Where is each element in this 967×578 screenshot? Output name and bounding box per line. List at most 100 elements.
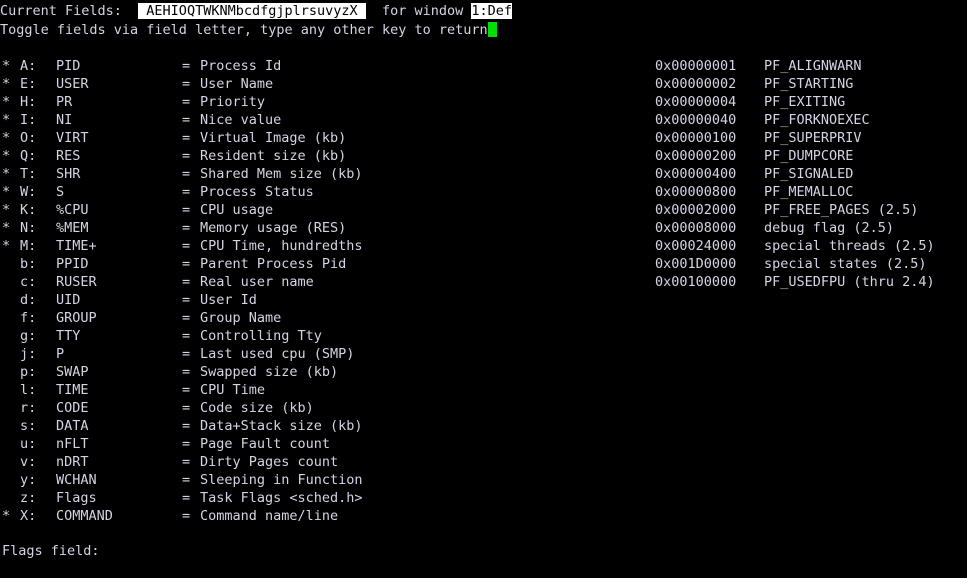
- flag-hex-value: 0x00000001: [655, 58, 737, 74]
- current-fields-value[interactable]: AEHIOQTWKNMbcdfgjplrsuvyzX: [138, 3, 366, 19]
- field-name: TIME+: [56, 238, 97, 254]
- field-enabled-marker: [2, 363, 20, 381]
- field-row[interactable]: p: SWAP = Swapped size (kb): [2, 363, 562, 381]
- field-key-letter[interactable]: d:: [20, 291, 56, 309]
- field-description: Process Id: [200, 58, 282, 74]
- field-key-letter[interactable]: p:: [20, 363, 56, 381]
- field-row[interactable]: j: P = Last used cpu (SMP): [2, 345, 562, 363]
- field-enabled-marker: *: [2, 184, 11, 200]
- field-key-letter[interactable]: c:: [20, 273, 56, 291]
- field-row[interactable]: l: TIME = CPU Time: [2, 381, 562, 399]
- field-row[interactable]: y: WCHAN = Sleeping in Function: [2, 471, 562, 489]
- field-separator: =: [182, 346, 191, 362]
- field-enabled-marker: *: [2, 148, 11, 164]
- field-separator: =: [182, 202, 191, 218]
- flags-field-prompt: Flags field:: [2, 543, 100, 559]
- field-key-letter[interactable]: y:: [20, 471, 56, 489]
- field-key-letter[interactable]: W:: [20, 183, 56, 201]
- field-key-letter[interactable]: M:: [20, 237, 56, 255]
- field-row[interactable]: * M: TIME+ = CPU Time, hundredths: [2, 237, 562, 255]
- field-key-letter[interactable]: A:: [20, 57, 56, 75]
- field-separator: =: [182, 400, 191, 416]
- field-description: Controlling Tty: [200, 328, 322, 344]
- flag-name: PF_SIGNALED: [764, 166, 854, 182]
- field-key-letter[interactable]: s:: [20, 417, 56, 435]
- field-enabled-marker: [2, 381, 20, 399]
- field-key-letter[interactable]: g:: [20, 327, 56, 345]
- field-name: PPID: [56, 256, 89, 272]
- flag-row: 0x00000040 PF_FORKNOEXEC: [655, 111, 967, 129]
- field-key-letter[interactable]: N:: [20, 219, 56, 237]
- flag-name: PF_FORKNOEXEC: [764, 112, 870, 128]
- field-description: Virtual Image (kb): [200, 130, 347, 146]
- field-key-letter[interactable]: l:: [20, 381, 56, 399]
- field-enabled-marker: [2, 273, 20, 291]
- header-block: Current Fields: AEHIOQTWKNMbcdfgjplrsuvy…: [0, 2, 967, 40]
- field-name: USER: [56, 76, 89, 92]
- field-key-letter[interactable]: X:: [20, 507, 56, 525]
- field-row[interactable]: * N: %MEM = Memory usage (RES): [2, 219, 562, 237]
- field-row[interactable]: * E: USER = User Name: [2, 75, 562, 93]
- field-row[interactable]: * T: SHR = Shared Mem size (kb): [2, 165, 562, 183]
- field-row[interactable]: g: TTY = Controlling Tty: [2, 327, 562, 345]
- field-row[interactable]: f: GROUP = Group Name: [2, 309, 562, 327]
- field-name: NI: [56, 112, 73, 128]
- field-enabled-marker: *: [2, 166, 11, 182]
- field-row[interactable]: z: Flags = Task Flags <sched.h>: [2, 489, 562, 507]
- field-separator: =: [182, 184, 191, 200]
- field-key-letter[interactable]: T:: [20, 165, 56, 183]
- field-description: Page Fault count: [200, 436, 331, 452]
- flag-row: 0x00000002 PF_STARTING: [655, 75, 967, 93]
- field-row[interactable]: c: RUSER = Real user name: [2, 273, 562, 291]
- field-key-letter[interactable]: u:: [20, 435, 56, 453]
- field-row[interactable]: * H: PR = Priority: [2, 93, 562, 111]
- field-description: Task Flags <sched.h>: [200, 490, 363, 506]
- field-key-letter[interactable]: K:: [20, 201, 56, 219]
- field-row[interactable]: d: UID = User Id: [2, 291, 562, 309]
- field-name: nDRT: [56, 454, 89, 470]
- flag-hex-value: 0x00008000: [655, 220, 737, 236]
- field-separator: =: [182, 328, 191, 344]
- field-key-letter[interactable]: b:: [20, 255, 56, 273]
- field-row[interactable]: * W: S = Process Status: [2, 183, 562, 201]
- field-row[interactable]: * I: NI = Nice value: [2, 111, 562, 129]
- field-enabled-marker: [2, 435, 20, 453]
- field-row[interactable]: v: nDRT = Dirty Pages count: [2, 453, 562, 471]
- field-key-letter[interactable]: H:: [20, 93, 56, 111]
- field-row[interactable]: * A: PID = Process Id: [2, 57, 562, 75]
- terminal-screen[interactable]: Current Fields: AEHIOQTWKNMbcdfgjplrsuvy…: [0, 0, 967, 578]
- field-row[interactable]: * X: COMMAND = Command name/line: [2, 507, 562, 525]
- flag-name: PF_FREE_PAGES (2.5): [764, 202, 919, 218]
- field-key-letter[interactable]: r:: [20, 399, 56, 417]
- field-row[interactable]: * O: VIRT = Virtual Image (kb): [2, 129, 562, 147]
- flag-name: PF_USEDFPU (thru 2.4): [764, 274, 935, 290]
- field-key-letter[interactable]: z:: [20, 489, 56, 507]
- field-name: SWAP: [56, 364, 89, 380]
- window-value[interactable]: 1:Def: [471, 3, 513, 19]
- field-row[interactable]: u: nFLT = Page Fault count: [2, 435, 562, 453]
- field-row[interactable]: r: CODE = Code size (kb): [2, 399, 562, 417]
- field-key-letter[interactable]: Q:: [20, 147, 56, 165]
- flag-name: PF_DUMPCORE: [764, 148, 854, 164]
- field-separator: =: [182, 472, 191, 488]
- field-name: TIME: [56, 382, 89, 398]
- flag-name: PF_STARTING: [764, 76, 854, 92]
- field-enabled-marker: [2, 399, 20, 417]
- for-window-label: for window: [365, 3, 472, 19]
- field-key-letter[interactable]: O:: [20, 129, 56, 147]
- field-row[interactable]: * K: %CPU = CPU usage: [2, 201, 562, 219]
- field-separator: =: [182, 238, 191, 254]
- field-key-letter[interactable]: E:: [20, 75, 56, 93]
- field-enabled-marker: *: [2, 220, 11, 236]
- field-separator: =: [182, 148, 191, 164]
- field-key-letter[interactable]: I:: [20, 111, 56, 129]
- field-key-letter[interactable]: f:: [20, 309, 56, 327]
- field-key-letter[interactable]: j:: [20, 345, 56, 363]
- field-row[interactable]: b: PPID = Parent Process Pid: [2, 255, 562, 273]
- field-separator: =: [182, 166, 191, 182]
- flag-row: 0x00100000 PF_USEDFPU (thru 2.4): [655, 273, 967, 291]
- field-key-letter[interactable]: v:: [20, 453, 56, 471]
- field-separator: =: [182, 94, 191, 110]
- field-row[interactable]: * Q: RES = Resident size (kb): [2, 147, 562, 165]
- field-row[interactable]: s: DATA = Data+Stack size (kb): [2, 417, 562, 435]
